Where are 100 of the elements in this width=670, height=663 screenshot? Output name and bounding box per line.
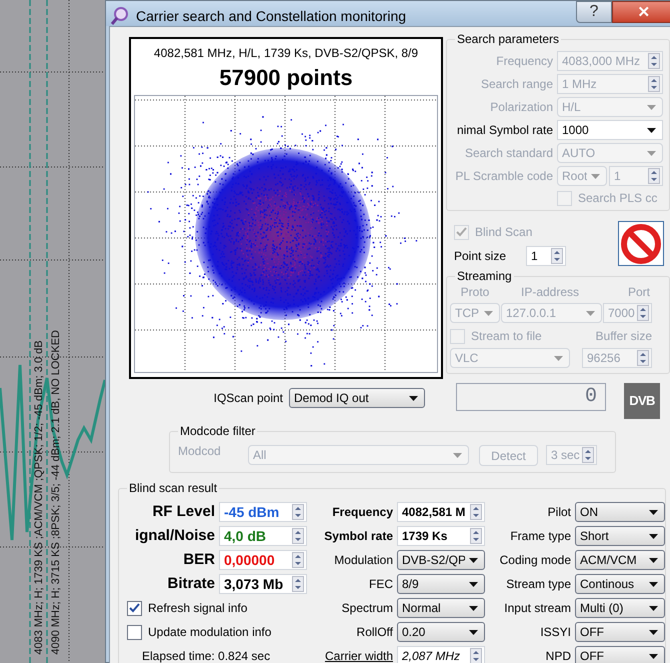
caret-icon [649, 510, 658, 514]
field-label: Stream type [505, 576, 571, 593]
spinner-arrows-icon[interactable] [551, 248, 564, 264]
field-label: Search range [480, 76, 553, 93]
spin-field[interactable]: 1 [526, 246, 566, 266]
spinner-arrows-icon[interactable] [470, 528, 482, 544]
caret-icon [649, 534, 658, 538]
group-title: Search parameters [455, 31, 562, 47]
spin-field[interactable]: 4,0 dB [219, 526, 307, 546]
dropdown[interactable]: DVB-S2/QP [397, 550, 485, 570]
column-header: IP-address [520, 284, 580, 301]
field-label: ISSYI [539, 624, 571, 641]
spinner-arrows-icon[interactable] [582, 447, 594, 463]
field-label: PL Scramble code [455, 168, 553, 185]
lcd-value: 0 [584, 384, 597, 410]
field-label: Coding mode [498, 552, 571, 569]
caret-icon [586, 310, 595, 316]
spin-field[interactable]: 2,087 MHz [397, 646, 485, 663]
spinner-arrows-icon[interactable] [648, 168, 660, 184]
caret-icon [647, 104, 656, 110]
spin-field[interactable]: -45 dBm [219, 502, 307, 522]
caret-icon [469, 582, 478, 586]
caret-icon [647, 150, 656, 156]
dropdown[interactable]: Demod IQ out [289, 388, 425, 408]
checkbox[interactable] [127, 600, 142, 616]
signal-label: BER [182, 550, 215, 570]
dropdown[interactable]: 1000 [557, 120, 663, 140]
column-header: Proto [460, 284, 490, 301]
signal-label: RF Level [151, 502, 215, 522]
caret-icon [554, 356, 563, 360]
dropdown[interactable]: Short [575, 526, 665, 546]
caret-icon [591, 174, 600, 178]
spinner-arrows-icon[interactable] [292, 552, 304, 568]
spin-field[interactable]: 1739 Ks [397, 526, 485, 546]
checkbox-label: Update modulation info [148, 624, 272, 641]
checkbox[interactable] [127, 624, 142, 640]
carrier-info: 4082,581 MHz, H/L, 1739 Ks, DVB-S2/QPSK, 8/9 [154, 45, 418, 62]
caret-icon [469, 558, 478, 562]
dropdown[interactable]: OFF [575, 622, 665, 642]
dropdown[interactable]: 0.20 [397, 622, 485, 642]
buffer-size-label: Buffer size [596, 328, 652, 345]
caret-icon [649, 654, 658, 658]
dropdown[interactable]: 8/9 [397, 574, 485, 594]
spinner-arrows-icon[interactable] [470, 648, 482, 663]
dropdown[interactable]: Multi (0) [575, 598, 665, 618]
magnifier-icon [110, 6, 130, 26]
spinner-arrows-icon[interactable] [292, 576, 304, 592]
caret-icon [647, 128, 656, 132]
group-title: Streaming [455, 268, 514, 284]
caret-icon [649, 606, 658, 610]
caret-icon [469, 606, 478, 610]
spinner-arrows-icon[interactable] [292, 528, 304, 544]
signal-label: ignal/Noise [134, 526, 215, 546]
spinner-arrows-icon[interactable] [637, 350, 649, 366]
field-label: NPD [544, 648, 571, 663]
caret-icon [469, 630, 478, 634]
dropdown[interactable]: Normal [397, 598, 485, 618]
checkbox-label: Refresh signal info [148, 600, 248, 617]
field-label: Frame type [509, 528, 571, 545]
spin-field[interactable]: 0,00000 [219, 550, 307, 570]
caret-icon [484, 310, 493, 316]
spin-field[interactable]: 3,073 Mb [219, 574, 307, 594]
carrier-label: 4083 MHz; H; 1739 KS ;ACM/VCM ;QPSK; 1/2; -45 dBm; 3.0 dB [33, 340, 46, 655]
dvb-logo: DVB [624, 383, 660, 419]
column-header: Port [626, 284, 650, 301]
checkbox-label: Stream to file [471, 328, 542, 345]
spinner-arrows-icon[interactable] [637, 305, 649, 321]
caret-icon [649, 630, 658, 634]
field-label: Pilot [546, 504, 571, 521]
stop-button[interactable] [618, 221, 664, 266]
spinner-arrows-icon[interactable] [470, 504, 482, 520]
field-label: Input stream [503, 600, 571, 617]
caret-icon [409, 396, 418, 400]
carrier-label: 4090 MHz; H; 3715 KS ;8PSK; 3/5; -44 dBm; 2.1 dB, NO LOCKED [50, 330, 63, 655]
caret-icon [649, 582, 658, 586]
field-label: Symbol rate [323, 528, 393, 545]
checkbox-label: Blind Scan [475, 224, 532, 241]
checkmark-icon [129, 603, 140, 613]
field-label: Modulation [333, 552, 393, 569]
checkbox-label: Search PLS cc [578, 190, 658, 207]
field-label: RollOff [356, 624, 393, 641]
field-label: nimal Symbol rate [456, 122, 553, 139]
elapsed-time: Elapsed time: 0.824 sec [141, 648, 270, 663]
dropdown[interactable]: OFF [575, 646, 665, 663]
caret-icon [649, 558, 658, 562]
carrier-width-link[interactable]: Carrier width [311, 647, 393, 663]
dropdown[interactable]: ON [575, 502, 665, 522]
help-button[interactable]: ? [576, 1, 612, 23]
dropdown[interactable]: ACM/VCM [575, 550, 665, 570]
dropdown[interactable]: Continous [575, 574, 665, 594]
spin-field[interactable]: 4082,581 M [397, 502, 485, 522]
spinner-arrows-icon[interactable] [292, 504, 304, 520]
point-size-label: Point size [454, 248, 506, 265]
signal-label: Bitrate [166, 574, 215, 594]
caret-icon [453, 452, 462, 458]
field-label: Search standard [464, 145, 553, 162]
field-label: Polarization [490, 99, 553, 116]
window-title: Carrier search and Constellation monitoring [136, 8, 406, 24]
no-entry-icon [621, 224, 661, 264]
field-label: Frequency [496, 53, 553, 70]
